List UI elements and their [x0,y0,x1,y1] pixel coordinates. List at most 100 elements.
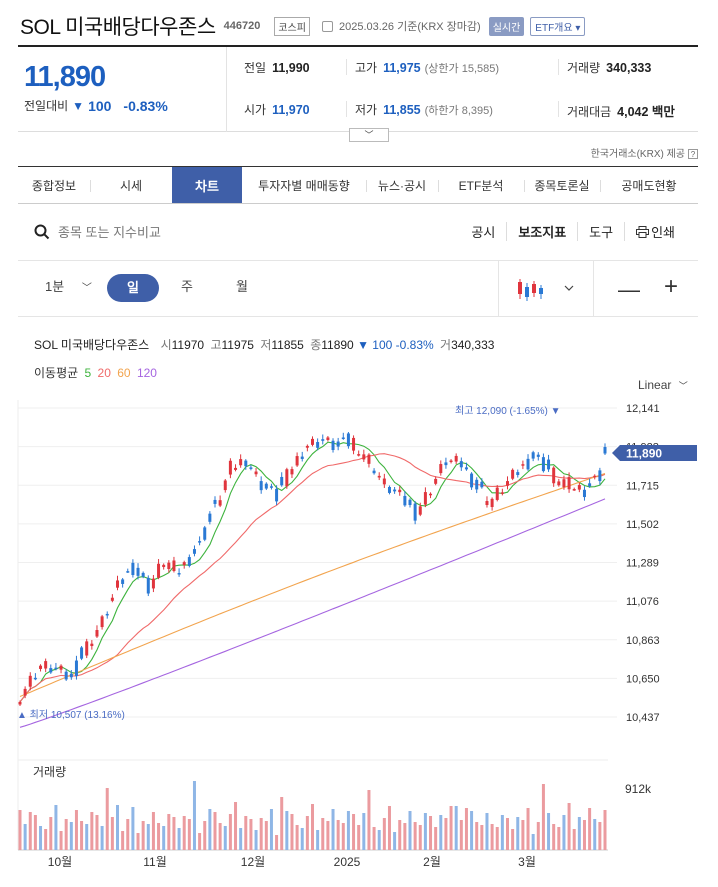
candle-body [69,673,73,678]
volume-bar [187,819,191,850]
volume-bar [177,828,181,850]
ma60-line [19,472,606,698]
print-button[interactable]: 인쇄 [624,222,686,241]
tab-short-selling[interactable]: 공매도현황 [600,167,698,203]
change-value: 100 [88,97,112,114]
volume-bar [100,826,104,850]
period-week[interactable]: 주 [181,276,193,295]
volume-bar [64,819,68,850]
tab-overview[interactable]: 종합정보 [18,167,90,203]
volume-bar [23,824,27,850]
zoom-in-button[interactable]: + [664,273,678,301]
zoom-out-button[interactable]: — [618,277,640,303]
indicator-button[interactable]: 보조지표 [506,222,577,241]
ci-close-label: 종 [310,338,322,352]
candle-body [531,452,535,459]
candle-body [275,488,279,502]
volume-cell: 거래량 340,333 [558,59,651,75]
volume-bar [223,826,227,850]
candle-body [367,454,371,464]
x-tick-label: 11월 [143,855,167,869]
help-icon[interactable]: ? [688,149,698,159]
ma60-legend: 60 [117,366,131,380]
tab-etf-analysis[interactable]: ETF분석 [438,167,524,203]
period-minute[interactable]: 1분 ﹀ [45,276,92,295]
chart-type-selector[interactable] [498,261,594,317]
volume-bar [54,805,58,850]
volume-bar [74,810,78,850]
calendar-icon [321,20,333,32]
tab-chart[interactable]: 차트 [172,167,242,203]
y-tick-label: 11,928 [626,442,659,454]
volume-bar [326,821,330,850]
candle-body [244,460,248,467]
etf-overview-dropdown[interactable]: ETF개요 ▾ [530,16,586,36]
candle-body [146,577,150,594]
candle-body [336,441,340,447]
volume-bar [470,811,474,850]
period-month[interactable]: 월 [236,276,248,295]
volume-bar [382,818,386,850]
volume-bar [393,832,397,850]
tab-news[interactable]: 뉴스·공시 [366,167,438,203]
candle-body [418,506,422,515]
candle-body [203,527,207,540]
volume-bar [285,811,289,850]
notice-button[interactable]: 공시 [460,222,506,241]
candle-body [90,643,94,647]
volume-bar [126,819,130,850]
volume-bar [511,829,515,850]
tools-button[interactable]: 도구 [577,222,624,241]
candle-body [305,445,309,448]
candle-body [547,459,551,470]
candle-body [536,454,540,457]
amount-value: 4,042 백만 [617,105,675,119]
candle-body [239,459,243,466]
period-minute-label: 1분 [45,279,65,294]
down-arrow-icon: ▼ [72,98,85,113]
tab-investor-trends[interactable]: 투자자별 매매동향 [242,167,366,203]
candle-body [413,503,417,521]
tab-quotes[interactable]: 시세 [90,167,172,203]
moving-average-legend[interactable]: 이동평균 5 20 60 120 [34,364,157,381]
realtime-button[interactable]: 실시간 [488,16,525,36]
candle-body [480,481,484,488]
volume-bar [44,829,48,850]
period-day[interactable]: 일 [107,274,159,302]
volume-bar [572,829,576,850]
candle-body [511,469,515,479]
volume-bar [418,825,422,850]
volume-bar [593,819,597,850]
volume-bar [116,805,119,850]
scale-label: Linear [638,378,672,392]
candle-body [572,489,576,491]
volume-bar [398,820,402,850]
expand-summary-button[interactable]: ﹀ [349,128,389,142]
volume-bar [131,807,135,850]
high-cell: 고가 11,975 (상한가 15,585) [346,59,499,75]
volume-bar [33,815,37,850]
volume-bar [495,827,499,850]
main-tabs: 종합정보 시세 차트 투자자별 매매동향 뉴스·공시 ETF분석 종목토론실 공… [18,166,698,204]
candle-body [541,457,545,472]
candle-body [28,675,32,687]
candle-body [464,467,468,470]
volume-bar [547,813,551,850]
candle-body [562,479,566,488]
volume-bar [352,814,356,850]
summary-divider [226,47,227,132]
candle-body [280,476,284,486]
ma20-line [19,453,606,703]
candle-body [105,613,109,616]
volume-bar [423,813,427,850]
scale-selector[interactable]: Linear ﹀ [638,378,688,392]
volume-bar [464,808,468,850]
compare-search[interactable]: 종목 또는 지수비교 [34,222,161,241]
y-tick-label: 11,502 [626,519,659,531]
open-label: 시가 [244,103,267,117]
search-input[interactable]: 종목 또는 지수비교 [58,222,161,241]
volume-bar [69,822,73,850]
candle-body [567,477,571,490]
tab-discussion[interactable]: 종목토론실 [524,167,600,203]
volume-bar [506,818,509,850]
